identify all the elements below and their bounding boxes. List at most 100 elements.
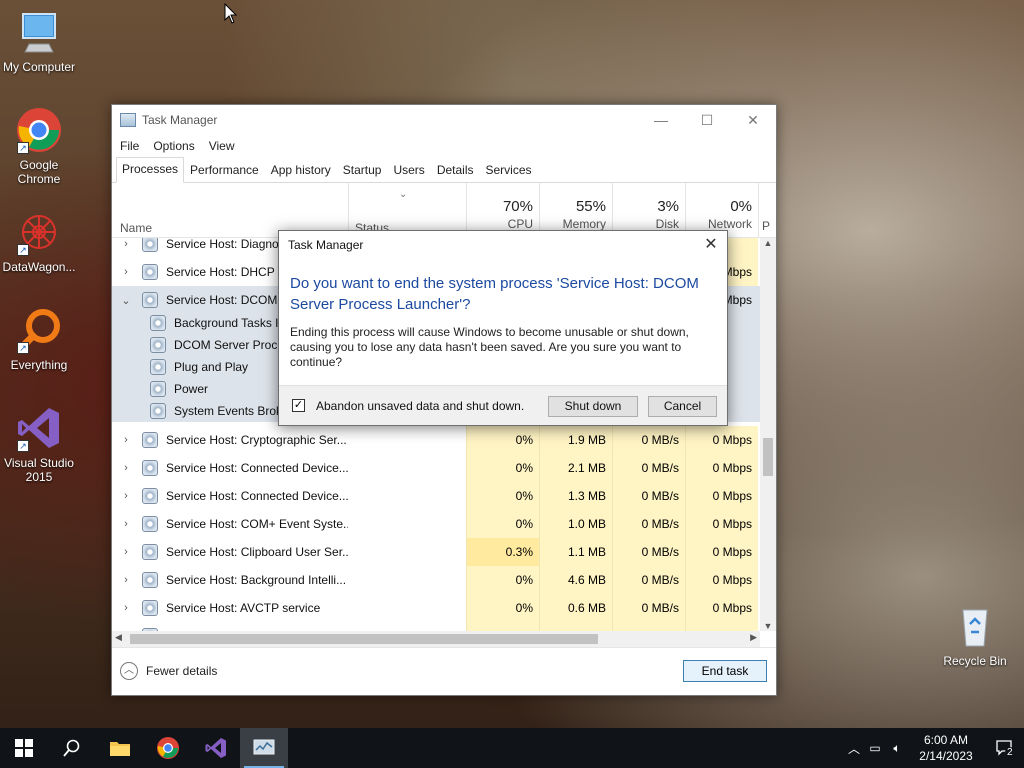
service-gear-icon [142,292,158,308]
process-row[interactable]: › Service Host: Clipboard User Ser... 0.3%… [112,538,762,566]
service-gear-icon [142,600,158,616]
process-name: Service Host: Background Intelli... [166,573,347,587]
abandon-data-label[interactable]: Abandon unsaved data and shut down. [316,399,524,413]
desktop-icon-google-chrome[interactable]: ↗ Google Chrome [0,106,78,186]
network-percent: 0% [730,198,752,215]
show-hidden-icons-icon[interactable]: ︿ [844,740,864,757]
close-button[interactable]: ✕ [730,105,776,135]
taskbar-visual-studio[interactable] [192,728,240,768]
taskbar-chrome[interactable] [144,728,192,768]
cell-cpu: 0.3% [466,538,539,566]
search-button[interactable] [48,728,96,768]
service-gear-icon [150,315,166,331]
maximize-button[interactable]: ☐ [684,105,730,135]
vertical-scroll-thumb[interactable] [763,438,773,476]
cancel-button[interactable]: Cancel [648,396,717,417]
collapse-chevron-icon[interactable]: ⌄ [120,294,132,307]
tab-app-history[interactable]: App history [265,158,337,182]
file-explorer-icon [110,742,130,756]
tab-details[interactable]: Details [431,158,480,182]
cell-disk: 0 MB/s [612,426,685,454]
network-label: Network [707,217,752,231]
notification-count: 2 [1005,747,1015,758]
dialog-title-bar[interactable]: Task Manager ✕ [279,231,727,259]
cell-disk: 0 MB/s [612,566,685,594]
menu-view[interactable]: View [209,139,235,153]
process-row[interactable]: ›Service Host: Application Infor...0%1.7… [112,622,762,631]
window-title: Task Manager [142,113,218,127]
expand-chevron-icon[interactable]: › [120,602,132,614]
cell-network: 0 Mbps [685,426,758,454]
clock[interactable]: 6:00 AM 2/14/2023 [908,732,984,764]
process-row[interactable]: › Service Host: COM+ Event Syste... 0% 1.0 … [112,510,762,538]
task-manager-icon [120,113,136,127]
expand-chevron-icon[interactable]: › [120,546,132,558]
desktop-icon-datawagon[interactable]: ↗ DataWagon... [0,208,78,274]
scroll-left-icon[interactable]: ◀ [115,632,122,643]
menu-file[interactable]: File [120,139,139,153]
scroll-down-icon[interactable]: ▼ [760,621,776,631]
expand-chevron-icon[interactable]: › [120,490,132,502]
chrome-icon [157,737,179,759]
process-row[interactable]: › Service Host: AVCTP service 0% 0.6 MB 0 MB… [112,594,762,622]
process-name: Service Host: AVCTP service [166,601,321,615]
process-row[interactable]: › Service Host: Connected Device... 0% 1.3 … [112,482,762,510]
horizontal-scroll-thumb[interactable] [130,634,598,644]
horizontal-scrollbar[interactable]: ◀ ▶ [112,631,760,647]
minimize-icon: — [654,112,668,128]
chrome-icon: ↗ [15,106,63,154]
cell-memory: 4.6 MB [539,566,612,594]
service-gear-icon [150,337,166,353]
scroll-up-icon[interactable]: ▲ [760,238,776,248]
cell-disk: 0 MB/s [612,594,685,622]
tab-services[interactable]: Services [480,158,538,182]
visual-studio-icon [205,738,226,758]
dialog-close-icon[interactable]: ✕ [703,231,719,259]
scroll-right-icon[interactable]: ▶ [750,632,757,643]
column-power[interactable]: P [758,183,776,238]
service-gear-icon [142,544,158,560]
notification-center-button[interactable]: 2 [984,728,1024,768]
cell-memory: 1.3 MB [539,482,612,510]
volume-icon[interactable]: 🔈︎ [886,741,908,756]
expand-chevron-icon[interactable]: › [120,266,132,278]
abandon-data-checkbox[interactable]: ✓ [292,399,305,412]
service-gear-icon [142,488,158,504]
start-button[interactable] [0,728,48,768]
cell-cpu: 0% [466,426,539,454]
menu-options[interactable]: Options [153,139,194,153]
expand-chevron-icon[interactable]: › [120,238,132,250]
expand-chevron-icon[interactable]: › [120,518,132,530]
process-row[interactable]: › Service Host: Background Intelli... 0% 4.… [112,566,762,594]
cell-network: 0 Mbps [685,454,758,482]
task-manager-icon [253,739,275,755]
cell-memory: 1.1 MB [539,538,612,566]
column-name[interactable]: Name [120,221,152,235]
expand-chevron-icon[interactable]: › [120,434,132,446]
process-row[interactable]: › Service Host: Connected Device... 0% 2.1 … [112,454,762,482]
desktop-icon-recycle-bin[interactable]: Recycle Bin [936,602,1014,668]
network-icon[interactable]: ▭ [864,741,886,755]
minimize-button[interactable]: — [638,105,684,135]
desktop-icon-everything[interactable]: ↗ Everything [0,306,78,372]
tab-processes[interactable]: Processes [116,157,185,183]
desktop-icon-visual-studio[interactable]: ↗ Visual Studio 2015 [0,404,78,484]
taskbar-file-explorer[interactable] [96,728,144,768]
clock-date: 2/14/2023 [919,749,973,763]
tab-users[interactable]: Users [387,158,430,182]
expand-chevron-icon[interactable]: › [120,574,132,586]
title-bar[interactable]: Task Manager — ☐ ✕ [112,105,776,135]
end-task-button[interactable]: End task [683,660,767,682]
tab-startup[interactable]: Startup [337,158,388,182]
tab-performance[interactable]: Performance [184,158,265,182]
taskbar-task-manager[interactable] [240,728,288,768]
vertical-scrollbar[interactable]: ▲ ▼ [760,238,776,631]
search-icon [63,739,80,757]
desktop-icon-my-computer[interactable]: My Computer [0,8,78,74]
cell-cpu: 0% [466,510,539,538]
shut-down-button[interactable]: Shut down [548,396,638,417]
process-row[interactable]: › Service Host: Cryptographic Ser... 0% 1.9… [112,426,762,454]
expand-chevron-icon[interactable]: › [120,462,132,474]
fewer-details-button[interactable]: ︿ Fewer details [120,662,217,680]
visual-studio-icon: ↗ [15,404,63,452]
